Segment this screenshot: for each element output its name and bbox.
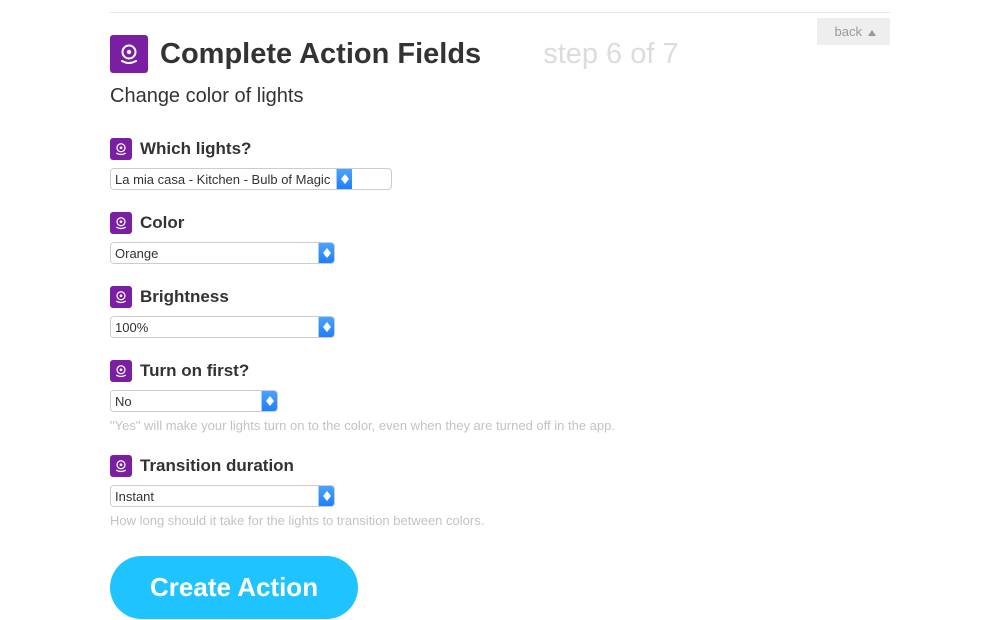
step-indicator: step 6 of 7	[543, 38, 678, 71]
color-select[interactable]: Orange	[110, 242, 335, 264]
field-label: Transition duration	[140, 456, 294, 476]
field-label: Turn on first?	[140, 361, 249, 381]
select-value: 100%	[111, 317, 318, 337]
select-arrows-icon	[336, 169, 352, 189]
select-value: La mia casa - Kitchen - Bulb of Magic	[111, 169, 336, 189]
select-arrows-icon	[261, 391, 277, 411]
create-action-button[interactable]: Create Action	[110, 556, 358, 619]
back-button-label: back	[835, 24, 862, 39]
field-helper: How long should it take for the lights t…	[110, 513, 890, 528]
field-label: Color	[140, 213, 184, 233]
which-lights-select[interactable]: La mia casa - Kitchen - Bulb of Magic	[110, 168, 392, 190]
select-arrows-icon	[318, 317, 334, 337]
lifx-icon	[110, 212, 132, 234]
field-color: Color Orange	[110, 212, 890, 264]
turn-on-first-select[interactable]: No	[110, 390, 278, 412]
lifx-icon	[110, 35, 148, 73]
back-button[interactable]: back	[817, 18, 890, 45]
select-value: Orange	[111, 243, 318, 263]
caret-up-icon	[868, 24, 876, 39]
select-arrows-icon	[318, 486, 334, 506]
field-turn-on-first: Turn on first? No "Yes" will make your l…	[110, 360, 890, 433]
field-label: Brightness	[140, 287, 229, 307]
field-helper: "Yes" will make your lights turn on to t…	[110, 418, 890, 433]
select-value: No	[111, 391, 261, 411]
lifx-icon	[110, 138, 132, 160]
page-subtitle: Change color of lights	[110, 85, 890, 108]
select-arrows-icon	[318, 243, 334, 263]
lifx-icon	[110, 455, 132, 477]
field-which-lights: Which lights? La mia casa - Kitchen - Bu…	[110, 138, 890, 190]
field-label: Which lights?	[140, 139, 251, 159]
brightness-select[interactable]: 100%	[110, 316, 335, 338]
field-transition-duration: Transition duration Instant How long sho…	[110, 455, 890, 528]
lifx-icon	[110, 360, 132, 382]
lifx-icon	[110, 286, 132, 308]
page-title: Complete Action Fields	[160, 38, 481, 71]
transition-duration-select[interactable]: Instant	[110, 485, 335, 507]
header: Complete Action Fields step 6 of 7	[110, 35, 890, 73]
select-value: Instant	[111, 486, 318, 506]
field-brightness: Brightness 100%	[110, 286, 890, 338]
